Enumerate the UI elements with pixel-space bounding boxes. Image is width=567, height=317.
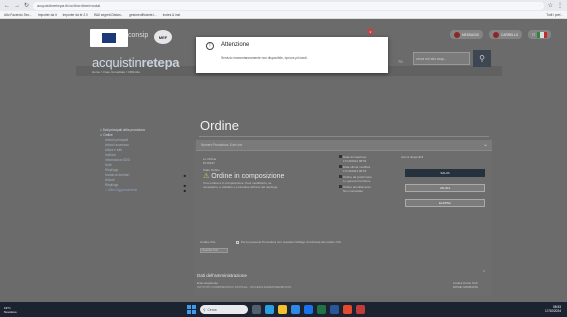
system-tray-icons[interactable]: ⌃ [538, 4, 541, 9]
delete-button[interactable]: ELIMINA [405, 199, 485, 207]
search-button[interactable]: ⚲ [473, 50, 491, 67]
cig-label: Codice CIG [200, 240, 216, 244]
chevron-down-icon[interactable]: ⌄ [483, 141, 488, 148]
forward-icon[interactable]: → [14, 2, 20, 10]
notification-badge: 2 [367, 28, 374, 35]
warning-icon: ⚠ [203, 173, 210, 180]
consip-logo[interactable] [90, 29, 128, 47]
administration-panel: Dati dell'amministrazione Ente acquirent… [194, 268, 492, 296]
bookmark-item[interactable]: gestoreufficiante.i... [129, 13, 157, 17]
consip-text: consip [128, 32, 149, 39]
star-icon[interactable]: ☆ [548, 2, 553, 10]
chrome-icon[interactable] [343, 305, 352, 314]
lock-icon: ■ [183, 188, 186, 193]
chevron-up-icon[interactable]: ⌃ [482, 270, 486, 276]
alert-dialog: ! Attenzione Servizio momentaneamente no… [196, 37, 388, 73]
search-icon: ⚲ [479, 54, 485, 63]
other-bookmarks[interactable]: Tutti i pref... [546, 13, 563, 17]
italy-flag-icon [537, 31, 548, 38]
administration-title: Dati dell'amministrazione [197, 273, 247, 278]
bookmark-item[interactable]: Importer da te 2.0 [63, 13, 88, 17]
reload-icon[interactable]: ↻ [24, 2, 29, 10]
search-icon: ⚲ [203, 307, 206, 312]
edge-icon[interactable] [265, 305, 274, 314]
weather-widget[interactable]: 19°C Nuvoloso [4, 306, 28, 314]
administration-value: ISTITUTO COMPRENSIVO STATALE - NOCERA IN… [197, 285, 292, 289]
date-value: 17/10/2024 08:53 [343, 169, 367, 173]
order-dates: Data di creazione 17/10/2024 08:53 Data … [339, 155, 399, 193]
panel-header[interactable]: Numero Procedura: 8 del xxx ⌄ [196, 140, 492, 151]
file-explorer-icon[interactable] [278, 305, 287, 314]
messages-icon [454, 31, 460, 38]
save-button[interactable]: SALVA [405, 169, 485, 177]
acrobat-icon[interactable] [356, 305, 365, 314]
checkbox-icon[interactable] [236, 240, 239, 244]
page-title: Ordine [200, 118, 240, 133]
title-divider [199, 136, 489, 137]
sidebar-menu: > Dati principali della procedura ∨ Ordi… [100, 128, 186, 193]
header-actions: MESSAGGI CARRELLO IT [450, 30, 552, 39]
cart-button[interactable]: CARRELLO [489, 30, 523, 39]
sidebar-link-updates[interactable]: > Ultimi Aggiornamenti ■ [100, 188, 186, 193]
calendar-icon [339, 185, 342, 188]
menu-icon[interactable]: ⋮ [557, 2, 563, 10]
address-bar[interactable]: acquistinretepa.it/oc/#/ordine/modal [33, 1, 544, 10]
search-input[interactable]: cerca nel sito acqu... [413, 52, 470, 65]
language-button[interactable]: IT [528, 30, 552, 39]
lock-icon: ■ [183, 173, 186, 178]
order-info: Lo Ordine 8716347 Stato Ordine ⚠ Ordine i… [203, 157, 333, 189]
actions-panel: Azioni disponibili SALVA VALIDA ELIMINA [401, 155, 489, 207]
cig-input[interactable]: Inserisci CIG [200, 248, 228, 253]
validate-button[interactable]: VALIDA [405, 184, 485, 192]
bookmark-item[interactable]: Importer da it [38, 13, 57, 17]
taskbar-apps: ⚲ Cerca [187, 305, 365, 314]
url-text: acquistinretepa.it/oc/#/ordine/modal [37, 3, 101, 8]
date-value: Lo genera il fornitore [343, 179, 371, 183]
dialog-message: Servizio momentaneamente non disponibile… [221, 56, 308, 60]
site-title[interactable]: acquistinretepa [92, 55, 180, 70]
word-icon[interactable] [330, 305, 339, 314]
windows-start-icon[interactable] [187, 305, 196, 314]
status-description: necessario, e validarlo e procedere all'… [203, 185, 279, 189]
bookmark-item[interactable]: INAI segreti-Distan... [94, 13, 123, 17]
breadcrumb: Home > Fase Immediata > Difficolta [92, 70, 140, 74]
sidebar-item-locked: Inviato ai fornitori ■ [105, 173, 186, 178]
date-value: 17/10/2024 08:53 [343, 159, 367, 163]
outlook-icon[interactable] [304, 305, 313, 314]
cig-checkbox[interactable]: Per la presente Procedura non sussiste l… [236, 240, 341, 244]
panel-header-title: Numero Procedura: 8 del xxx [201, 143, 243, 147]
mef-logo[interactable]: MEF [154, 30, 172, 44]
clock[interactable]: 08:53 17/10/2024 [545, 305, 561, 313]
calendar-icon [339, 165, 342, 168]
bookmark-item[interactable]: inotes & inst [163, 13, 180, 17]
taskbar-search[interactable]: ⚲ Cerca [200, 305, 248, 314]
order-status: ⚠ Ordine in composizione [203, 173, 285, 180]
cart-icon [493, 31, 500, 38]
excel-icon[interactable] [317, 305, 326, 314]
back-icon[interactable]: ← [4, 2, 10, 10]
messages-button[interactable]: MESSAGGI [450, 30, 484, 39]
store-icon[interactable] [291, 305, 300, 314]
dialog-title: Attenzione [221, 42, 250, 48]
bookmarks-bar: Alto Facendo Sec... Importer da it Impor… [0, 11, 567, 19]
info-icon: ! [206, 42, 214, 50]
punto-ordinante: Codice Punto Ordi NOME NOMINATA [452, 281, 478, 289]
task-view-icon[interactable] [252, 305, 261, 314]
browser-toolbar: ← → ↻ acquistinretepa.it/oc/#/ordine/mod… [0, 0, 567, 11]
bookmark-item[interactable]: Alto Facendo Sec... [4, 13, 32, 17]
calendar-icon [339, 155, 342, 158]
actions-title: Azioni disponibili [401, 155, 424, 159]
calendar-icon [339, 175, 342, 178]
date-value: Non consultato [343, 189, 364, 193]
search-label: TO [398, 60, 403, 64]
order-number: 8716347 [203, 161, 215, 165]
